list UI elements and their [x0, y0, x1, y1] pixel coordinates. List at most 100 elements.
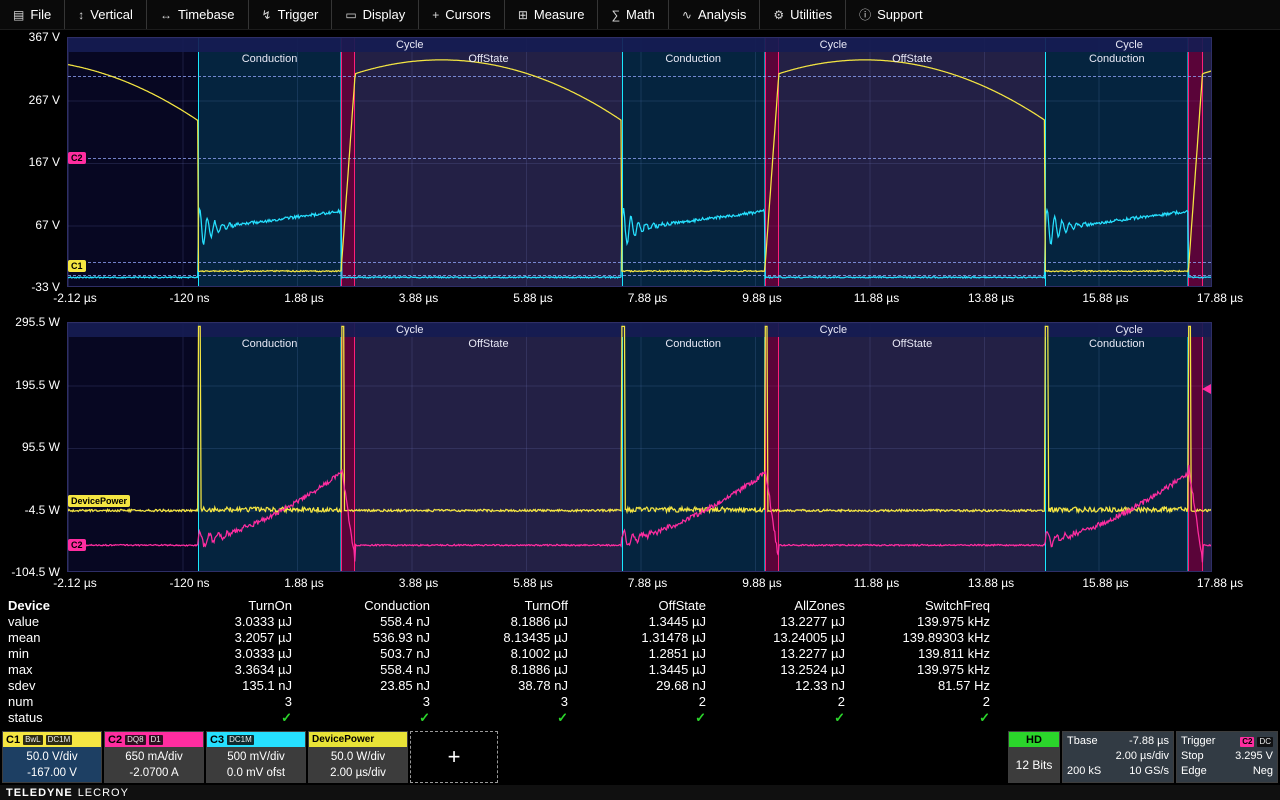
column-header-conduction: Conduction — [292, 598, 430, 614]
menu-item-display[interactable]: ▭Display — [331, 0, 418, 29]
table-row: status✓✓✓✓✓✓ — [0, 710, 1280, 726]
voltage-plot[interactable]: CycleConductionOffStateCycleConductionOf… — [67, 37, 1212, 287]
menu-item-label: File — [30, 7, 51, 22]
timebase-descriptor[interactable]: Tbase -7.88 µs 2.00 µs/div 200 kS 10 GS/… — [1062, 731, 1174, 783]
power-grid-panel: CycleConductionOffStateCycleConductionOf… — [0, 315, 1280, 598]
offstate-zone-label: OffState — [892, 338, 932, 350]
stat-value: 2 — [568, 694, 706, 710]
conduction-zone-label: Conduction — [665, 53, 721, 65]
x-axis-label: 13.88 µs — [968, 291, 1014, 305]
table-row: num333222 — [0, 694, 1280, 710]
c2-probe-badge: DQ8 — [125, 735, 145, 745]
menu-item-timebase[interactable]: ↔Timebase — [146, 0, 248, 29]
brand-lecroy: LECROY — [78, 787, 129, 799]
stat-value: 3.2057 µJ — [160, 630, 292, 646]
waveform-traces — [68, 323, 1212, 572]
x-axis-label: 7.88 µs — [628, 291, 668, 305]
column-header-switchfreq: SwitchFreq — [845, 598, 990, 614]
x-axis-label: 15.88 µs — [1082, 291, 1128, 305]
menu-item-utilities[interactable]: ⚙Utilities — [759, 0, 845, 29]
trace-label-c2[interactable]: C2 — [68, 152, 86, 164]
c1-scale: 50.0 V/div — [6, 749, 98, 765]
trace-label-c1[interactable]: C1 — [68, 260, 86, 272]
c2-offset: -2.0700 A — [108, 765, 200, 781]
y-axis-label: -33 V — [0, 280, 60, 294]
x-axis-label: 7.88 µs — [628, 576, 668, 590]
stat-value: 3 — [160, 694, 292, 710]
channel-c3-descriptor[interactable]: C3 DC1M 500 mV/div 0.0 mV ofst — [206, 731, 306, 783]
c3-title: C3 — [210, 734, 224, 746]
status-check-icon: ✓ — [292, 710, 430, 726]
x-axis-label: -120 ns — [169, 291, 209, 305]
y-axis-label: -4.5 W — [0, 503, 60, 517]
tbase-delay: -7.88 µs — [1129, 734, 1169, 749]
vertical-icon: ↕ — [78, 8, 84, 22]
analysis-icon: ∿ — [682, 8, 692, 22]
menu-item-analysis[interactable]: ∿ Analysis — [668, 0, 759, 29]
tbase-label: Tbase — [1067, 734, 1098, 749]
c2-title: C2 — [108, 734, 122, 746]
stat-value: 12.33 nJ — [706, 678, 845, 694]
trigger-level-marker[interactable] — [1202, 384, 1211, 394]
channel-c2-descriptor[interactable]: C2 DQ8 D1 650 mA/div -2.0700 A — [104, 731, 204, 783]
status-check-icon: ✓ — [160, 710, 292, 726]
menu-item-trigger[interactable]: ↯Trigger — [248, 0, 332, 29]
cycle-zone-label: Cycle — [396, 324, 424, 336]
c2-header: C2 DQ8 D1 — [105, 732, 203, 747]
column-header-offstate: OffState — [568, 598, 706, 614]
menu-item-math[interactable]: ∑Math — [597, 0, 667, 29]
oscilloscope-app: ▤File↕Vertical↔Timebase↯Trigger▭Display+… — [0, 0, 1280, 800]
y-axis-label: 67 V — [0, 218, 60, 232]
menu-item-support[interactable]: ⓘSupport — [845, 0, 936, 29]
add-trace-button[interactable]: + — [410, 731, 498, 783]
stat-value: 8.1002 µJ — [430, 646, 568, 662]
hd-indicator[interactable]: HD 12 Bits — [1008, 731, 1060, 783]
stat-value: 8.1886 µJ — [430, 662, 568, 678]
hd-badge: HD — [1009, 732, 1059, 747]
menu-item-file[interactable]: ▤ File — [0, 0, 64, 29]
stat-value: 1.2851 µJ — [568, 646, 706, 662]
cycle-zone-label: Cycle — [820, 324, 848, 336]
devicepower-title: DevicePower — [312, 734, 374, 745]
menu-item-label: Utilities — [790, 7, 832, 22]
c3-scale: 500 mV/div — [210, 749, 302, 765]
c2-scale: 650 mA/div — [108, 749, 200, 765]
y-axis-label: 295.5 W — [0, 315, 60, 329]
tbase-scale: 2.00 µs/div — [1067, 749, 1169, 764]
menu-item-measure[interactable]: ⊞Measure — [504, 0, 598, 29]
x-axis-label: 5.88 µs — [513, 291, 553, 305]
status-check-icon: ✓ — [568, 710, 706, 726]
c3-settings: 500 mV/div 0.0 mV ofst — [207, 747, 305, 783]
menu-item-vertical[interactable]: ↕Vertical — [64, 0, 146, 29]
devicepower-hscale: 2.00 µs/div — [312, 765, 404, 781]
y-axis-label: -104.5 W — [0, 565, 60, 579]
menu-item-label: Analysis — [698, 7, 746, 22]
stat-value: 558.4 nJ — [292, 662, 430, 678]
x-axis-label: -2.12 µs — [53, 291, 97, 305]
brand-teledyne: TELEDYNE — [6, 787, 73, 799]
cursors-icon: + — [432, 8, 439, 22]
table-row: max3.3634 µJ558.4 nJ8.1886 µJ1.3445 µJ13… — [0, 662, 1280, 678]
x-axis-label: 11.88 µs — [854, 291, 899, 305]
menu-item-cursors[interactable]: +Cursors — [418, 0, 504, 29]
waveform-traces — [68, 38, 1212, 287]
c3-header: C3 DC1M — [207, 732, 305, 747]
trigger-coupling-badge: DC — [1257, 737, 1273, 747]
trace-label-devicepower[interactable]: DevicePower — [68, 495, 130, 507]
x-axis-label: -120 ns — [169, 576, 209, 590]
stat-value: 3 — [292, 694, 430, 710]
channel-c1-descriptor[interactable]: C1 BwL DC1M 50.0 V/div -167.00 V — [2, 731, 102, 783]
power-plot[interactable]: CycleConductionOffStateCycleConductionOf… — [67, 322, 1212, 572]
stat-value: 8.13435 µJ — [430, 630, 568, 646]
trace-label-c2[interactable]: C2 — [68, 539, 86, 551]
menu-bar: ▤File↕Vertical↔Timebase↯Trigger▭Display+… — [0, 0, 1280, 30]
devicepower-descriptor[interactable]: DevicePower 50.0 W/div 2.00 µs/div — [308, 731, 408, 783]
file-icon: ▤ — [13, 8, 24, 22]
c2-current-trace — [68, 465, 1212, 562]
c3-gate-trace — [68, 208, 1212, 278]
x-axis-label: 1.88 µs — [284, 291, 324, 305]
x-axis-label: 13.88 µs — [968, 576, 1014, 590]
status-check-icon: ✓ — [845, 710, 990, 726]
trigger-descriptor[interactable]: Trigger C2 DC Stop 3.295 V Edge Neg — [1176, 731, 1278, 783]
x-axis-label: 17.88 µs — [1197, 576, 1243, 590]
